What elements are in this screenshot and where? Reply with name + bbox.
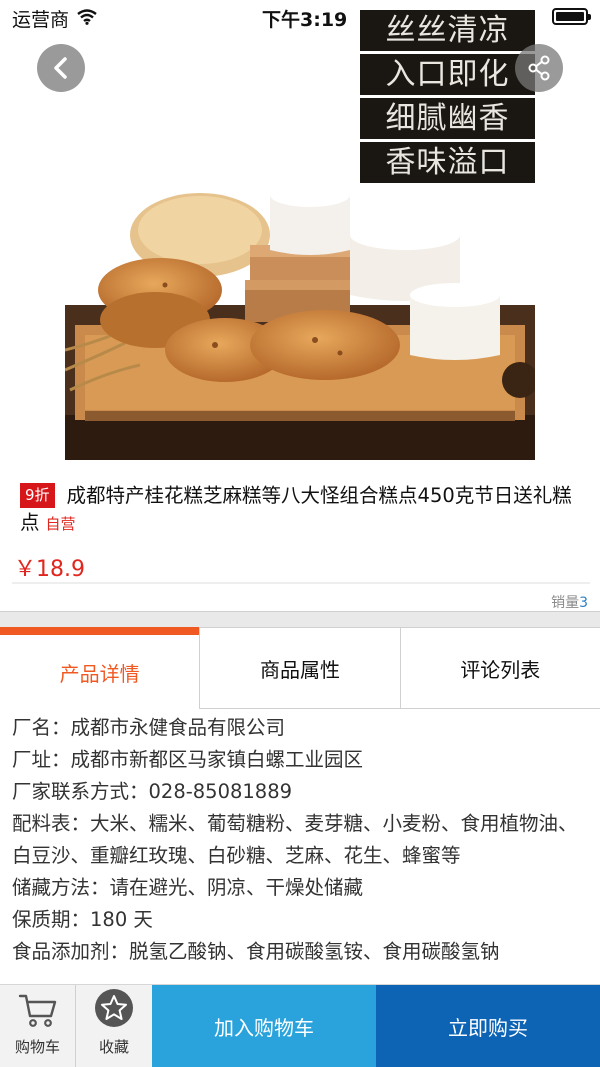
detail-line: 厂址：成都市新都区马家镇白螺工业园区 <box>12 748 364 771</box>
promo-slogan: 丝丝清凉 入口即化 细腻幽香 香味溢口 <box>360 10 535 183</box>
detail-line: 食品添加剂：脱氢乙酸钠、食用碳酸氢铵、食用碳酸氢钠 <box>12 940 500 963</box>
tab-reviews[interactable]: 评论列表 <box>399 627 600 709</box>
discount-badge: 9折 <box>20 483 55 508</box>
product-details-content: 厂名：成都市永健食品有限公司 厂址：成都市新都区马家镇白螺工业园区 厂家联系方式… <box>12 712 588 984</box>
cart-button[interactable]: 购物车 <box>0 985 76 1067</box>
sales-count: 销量3 <box>551 592 588 612</box>
wifi-icon <box>77 8 97 30</box>
cart-label: 购物车 <box>14 1038 60 1056</box>
detail-line: 厂家联系方式：028-85081889 <box>12 780 293 803</box>
detail-line: 厂名：成都市永健食品有限公司 <box>12 716 286 739</box>
tab-product-attributes[interactable]: 商品属性 <box>199 627 400 709</box>
favorite-label: 收藏 <box>98 1038 129 1056</box>
slogan-line: 入口即化 <box>360 54 535 95</box>
product-image-area[interactable]: 运营商 下午3:19 丝丝清凉 入口即化 细腻幽香 香味溢口 <box>0 0 600 470</box>
product-title-block: 9折 成都特产桂花糕芝麻糕等八大怪组合糕点450克节日送礼糕点 自营 <box>20 482 585 538</box>
buy-now-button[interactable]: 立即购买 <box>376 985 600 1067</box>
star-icon <box>95 989 133 1027</box>
product-photo <box>65 183 535 460</box>
status-time: 下午3:19 <box>262 9 348 31</box>
slogan-line: 细腻幽香 <box>360 98 535 139</box>
share-icon <box>528 55 550 81</box>
battery-icon <box>552 8 591 25</box>
add-to-cart-button[interactable]: 加入购物车 <box>152 985 376 1067</box>
sales-label: 销量 <box>551 595 580 611</box>
cart-icon <box>18 994 56 1027</box>
back-button[interactable] <box>37 44 85 92</box>
carrier-label: 运营商 <box>12 9 70 31</box>
slogan-line: 香味溢口 <box>360 142 535 183</box>
back-arrow-icon <box>54 57 67 79</box>
favorite-button[interactable]: 收藏 <box>76 985 152 1067</box>
section-divider <box>0 611 600 627</box>
status-bar: 运营商 下午3:19 <box>0 0 600 34</box>
detail-line: 储藏方法：请在避光、阴凉、干燥处储藏 <box>12 876 364 899</box>
detail-line: 配料表：大米、糯米、葡萄糖粉、麦芽糖、小麦粉、食用植物油、白豆沙、重瓣红玫瑰、白… <box>12 812 578 867</box>
price-divider <box>12 582 590 584</box>
share-button[interactable] <box>515 44 563 92</box>
product-price: ￥18.9 <box>14 557 85 582</box>
detail-tabs: 产品详情 商品属性 评论列表 <box>0 627 600 709</box>
status-left: 运营商 <box>12 5 97 32</box>
self-operated-tag: 自营 <box>45 515 76 533</box>
tab-product-details[interactable]: 产品详情 <box>0 627 200 709</box>
product-title: 成都特产桂花糕芝麻糕等八大怪组合糕点450克节日送礼糕点 <box>20 484 572 534</box>
detail-line: 保质期：180 天 <box>12 908 153 931</box>
sales-number: 3 <box>579 595 588 611</box>
bottom-action-bar: 购物车 收藏 加入购物车 立即购买 <box>0 984 600 1067</box>
